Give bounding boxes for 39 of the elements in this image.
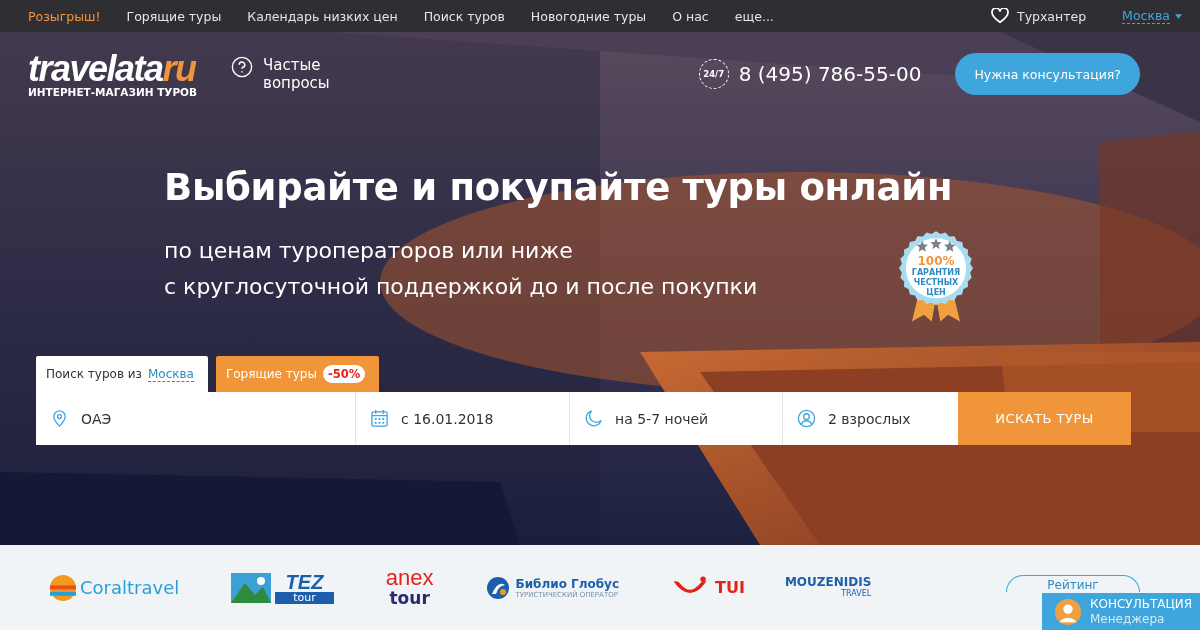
nav-link[interactable]: Поиск туров xyxy=(423,8,505,24)
nav-link[interactable]: еще... xyxy=(734,8,774,24)
partner-logo[interactable]: TUI xyxy=(671,575,745,600)
logo-wordmark[interactable]: travelataru xyxy=(28,50,198,87)
search-tab[interactable]: Поиск туров из Москва xyxy=(36,356,208,392)
moon-icon xyxy=(584,409,603,428)
city-link[interactable]: Москва xyxy=(147,366,194,382)
faq-link[interactable]: Частые вопросы xyxy=(263,56,344,92)
search-tab[interactable]: Горящие туры -50% xyxy=(215,356,380,392)
heart-icon[interactable] xyxy=(991,8,1009,24)
question-icon[interactable] xyxy=(231,56,254,78)
nav-link[interactable]: Розыгрыш! xyxy=(28,8,101,24)
hero-subtitle: по ценам туроператоров или ниже xyxy=(164,237,573,265)
badge-text: 100% ГАРАНТИЯ ЧЕСТНЫХ ЦЕН xyxy=(911,254,961,298)
widget-title: КОНСУЛЬТАЦИЯ xyxy=(1090,597,1193,612)
phone-number[interactable]: 8 (495) 786-55-00 xyxy=(738,62,922,86)
partner-logo[interactable]: TEZ tour xyxy=(231,571,334,604)
hero-subtitle: с круглосуточной поддержкой до и после покупки xyxy=(164,273,758,301)
nav-link[interactable]: Горящие туры xyxy=(126,8,222,24)
search-field[interactable]: ОАЭ xyxy=(36,392,356,445)
partner-logo[interactable]: anex tour xyxy=(385,567,434,608)
caret-icon[interactable] xyxy=(1175,13,1182,19)
avatar-icon xyxy=(1054,598,1082,626)
discount-badge: -50% xyxy=(322,365,366,383)
calendar-icon xyxy=(370,409,389,428)
hero-title: Выбирайте и покупайте туры онлайн xyxy=(164,166,954,209)
search-field[interactable]: на 5-7 ночей xyxy=(570,392,783,445)
favorites-link[interactable]: Турхантер xyxy=(1017,8,1087,24)
partner-logo[interactable]: MOUZENIDIS TRAVEL xyxy=(784,575,872,600)
widget-subtitle: Менеджера xyxy=(1090,612,1166,627)
logo-tagline: ИНТЕРНЕТ-МАГАЗИН ТУРОВ xyxy=(28,85,198,98)
nav-link[interactable]: О нас xyxy=(672,8,709,24)
location-pin-icon xyxy=(50,409,69,428)
city-selector[interactable]: Москва xyxy=(1122,8,1170,24)
nav-link[interactable]: Новогодние туры xyxy=(530,8,647,24)
person-icon xyxy=(797,409,816,428)
search-field[interactable]: 2 взрослых xyxy=(783,392,958,445)
nav-link[interactable]: Календарь низких цен xyxy=(247,8,398,24)
search-field[interactable]: с 16.01.2018 xyxy=(356,392,570,445)
